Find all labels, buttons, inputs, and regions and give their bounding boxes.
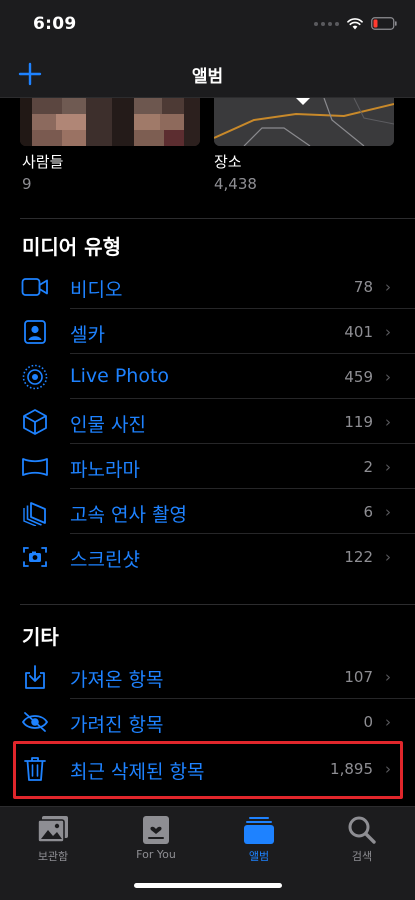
people-album-label: 사람들 (22, 153, 64, 171)
media-row-label: 비디오 (70, 279, 123, 301)
albums-screen: 6:09 앨범 사람들 9 장소 4,438 미디어 유형 비디오 78 › 셀… (0, 0, 415, 900)
albums-icon (244, 817, 274, 844)
portrait-cube-icon (21, 408, 49, 436)
media-row-label: 셀카 (70, 324, 105, 346)
media-row-bursts[interactable]: 고속 연사 촬영 6 › (0, 489, 415, 534)
section-divider (20, 604, 415, 605)
section-divider (20, 218, 415, 219)
live-photo-icon (21, 363, 49, 391)
map-thumbnail (214, 98, 394, 146)
media-row-videos[interactable]: 비디오 78 › (0, 264, 415, 309)
chevron-right-icon: › (385, 458, 391, 476)
places-album-thumbnail[interactable] (214, 98, 394, 146)
media-row-panoramas[interactable]: 파노라마 2 › (0, 444, 415, 489)
media-row-label: 인물 사진 (70, 414, 146, 436)
chevron-right-icon: › (385, 548, 391, 566)
media-row-count: 6 (363, 503, 373, 521)
other-row-hidden[interactable]: 가려진 항목 0 › (0, 699, 415, 744)
import-icon (21, 663, 49, 691)
video-icon (21, 273, 49, 301)
media-row-screenshots[interactable]: 스크린샷 122 › (0, 534, 415, 579)
wifi-icon (347, 17, 363, 29)
other-row-label: 가져온 항목 (70, 669, 164, 691)
media-row-count: 122 (344, 548, 373, 566)
tab-library[interactable]: 보관함 (8, 815, 98, 864)
people-album-count: 9 (22, 175, 32, 193)
media-row-portrait[interactable]: 인물 사진 119 › (0, 399, 415, 444)
media-row-count: 401 (344, 323, 373, 341)
media-row-selfies[interactable]: 셀카 401 › (0, 309, 415, 354)
chevron-right-icon: › (385, 503, 391, 521)
media-types-title: 미디어 유형 (22, 235, 121, 259)
media-row-label: 파노라마 (70, 459, 140, 481)
status-bar: 6:09 (0, 0, 415, 50)
people-places-section: 사람들 9 장소 4,438 (0, 98, 415, 193)
chevron-right-icon: › (385, 713, 391, 731)
hidden-eye-icon (21, 708, 49, 736)
places-album-count: 4,438 (214, 175, 257, 193)
media-row-label: 고속 연사 촬영 (70, 504, 187, 526)
media-row-count: 2 (363, 458, 373, 476)
tab-for-you[interactable]: For You (111, 815, 201, 861)
cellular-signal-icon (314, 21, 339, 26)
places-album-label: 장소 (214, 153, 242, 171)
page-title: 앨범 (191, 67, 224, 87)
search-icon (348, 816, 376, 844)
media-row-live-photos[interactable]: Live Photo 459 › (0, 354, 415, 399)
highlight-annotation-box (13, 741, 403, 799)
chevron-right-icon: › (385, 413, 391, 431)
other-row-count: 107 (344, 668, 373, 686)
media-row-count: 78 (353, 278, 373, 296)
chevron-right-icon: › (385, 368, 391, 386)
tab-label: 보관함 (37, 850, 69, 863)
for-you-icon (143, 816, 169, 844)
other-row-count: 0 (363, 713, 373, 731)
panorama-icon (21, 453, 49, 481)
tab-label: 앨범 (248, 850, 270, 863)
selfie-icon (21, 318, 49, 346)
people-album-thumbnail[interactable] (20, 98, 200, 146)
chevron-right-icon: › (385, 323, 391, 341)
chevron-right-icon: › (385, 278, 391, 296)
tab-albums[interactable]: 앨범 (214, 815, 304, 864)
status-indicators (314, 17, 397, 30)
other-row-label: 가려진 항목 (70, 714, 164, 736)
navigation-bar: 앨범 (0, 50, 415, 98)
tab-search[interactable]: 검색 (317, 815, 407, 864)
other-row-imports[interactable]: 가져온 항목 107 › (0, 654, 415, 699)
media-row-count: 459 (344, 368, 373, 386)
burst-icon (21, 498, 49, 526)
home-indicator[interactable] (134, 883, 282, 888)
other-section-title: 기타 (22, 625, 59, 649)
media-row-label: Live Photo (70, 365, 170, 387)
tab-label: 검색 (351, 850, 373, 863)
status-time: 6:09 (33, 14, 77, 34)
screenshot-icon (21, 543, 49, 571)
tab-label: For You (136, 848, 176, 861)
chevron-right-icon: › (385, 668, 391, 686)
media-row-count: 119 (344, 413, 373, 431)
library-icon (37, 816, 68, 843)
battery-low-icon (371, 17, 397, 30)
media-row-label: 스크린샷 (70, 549, 140, 571)
